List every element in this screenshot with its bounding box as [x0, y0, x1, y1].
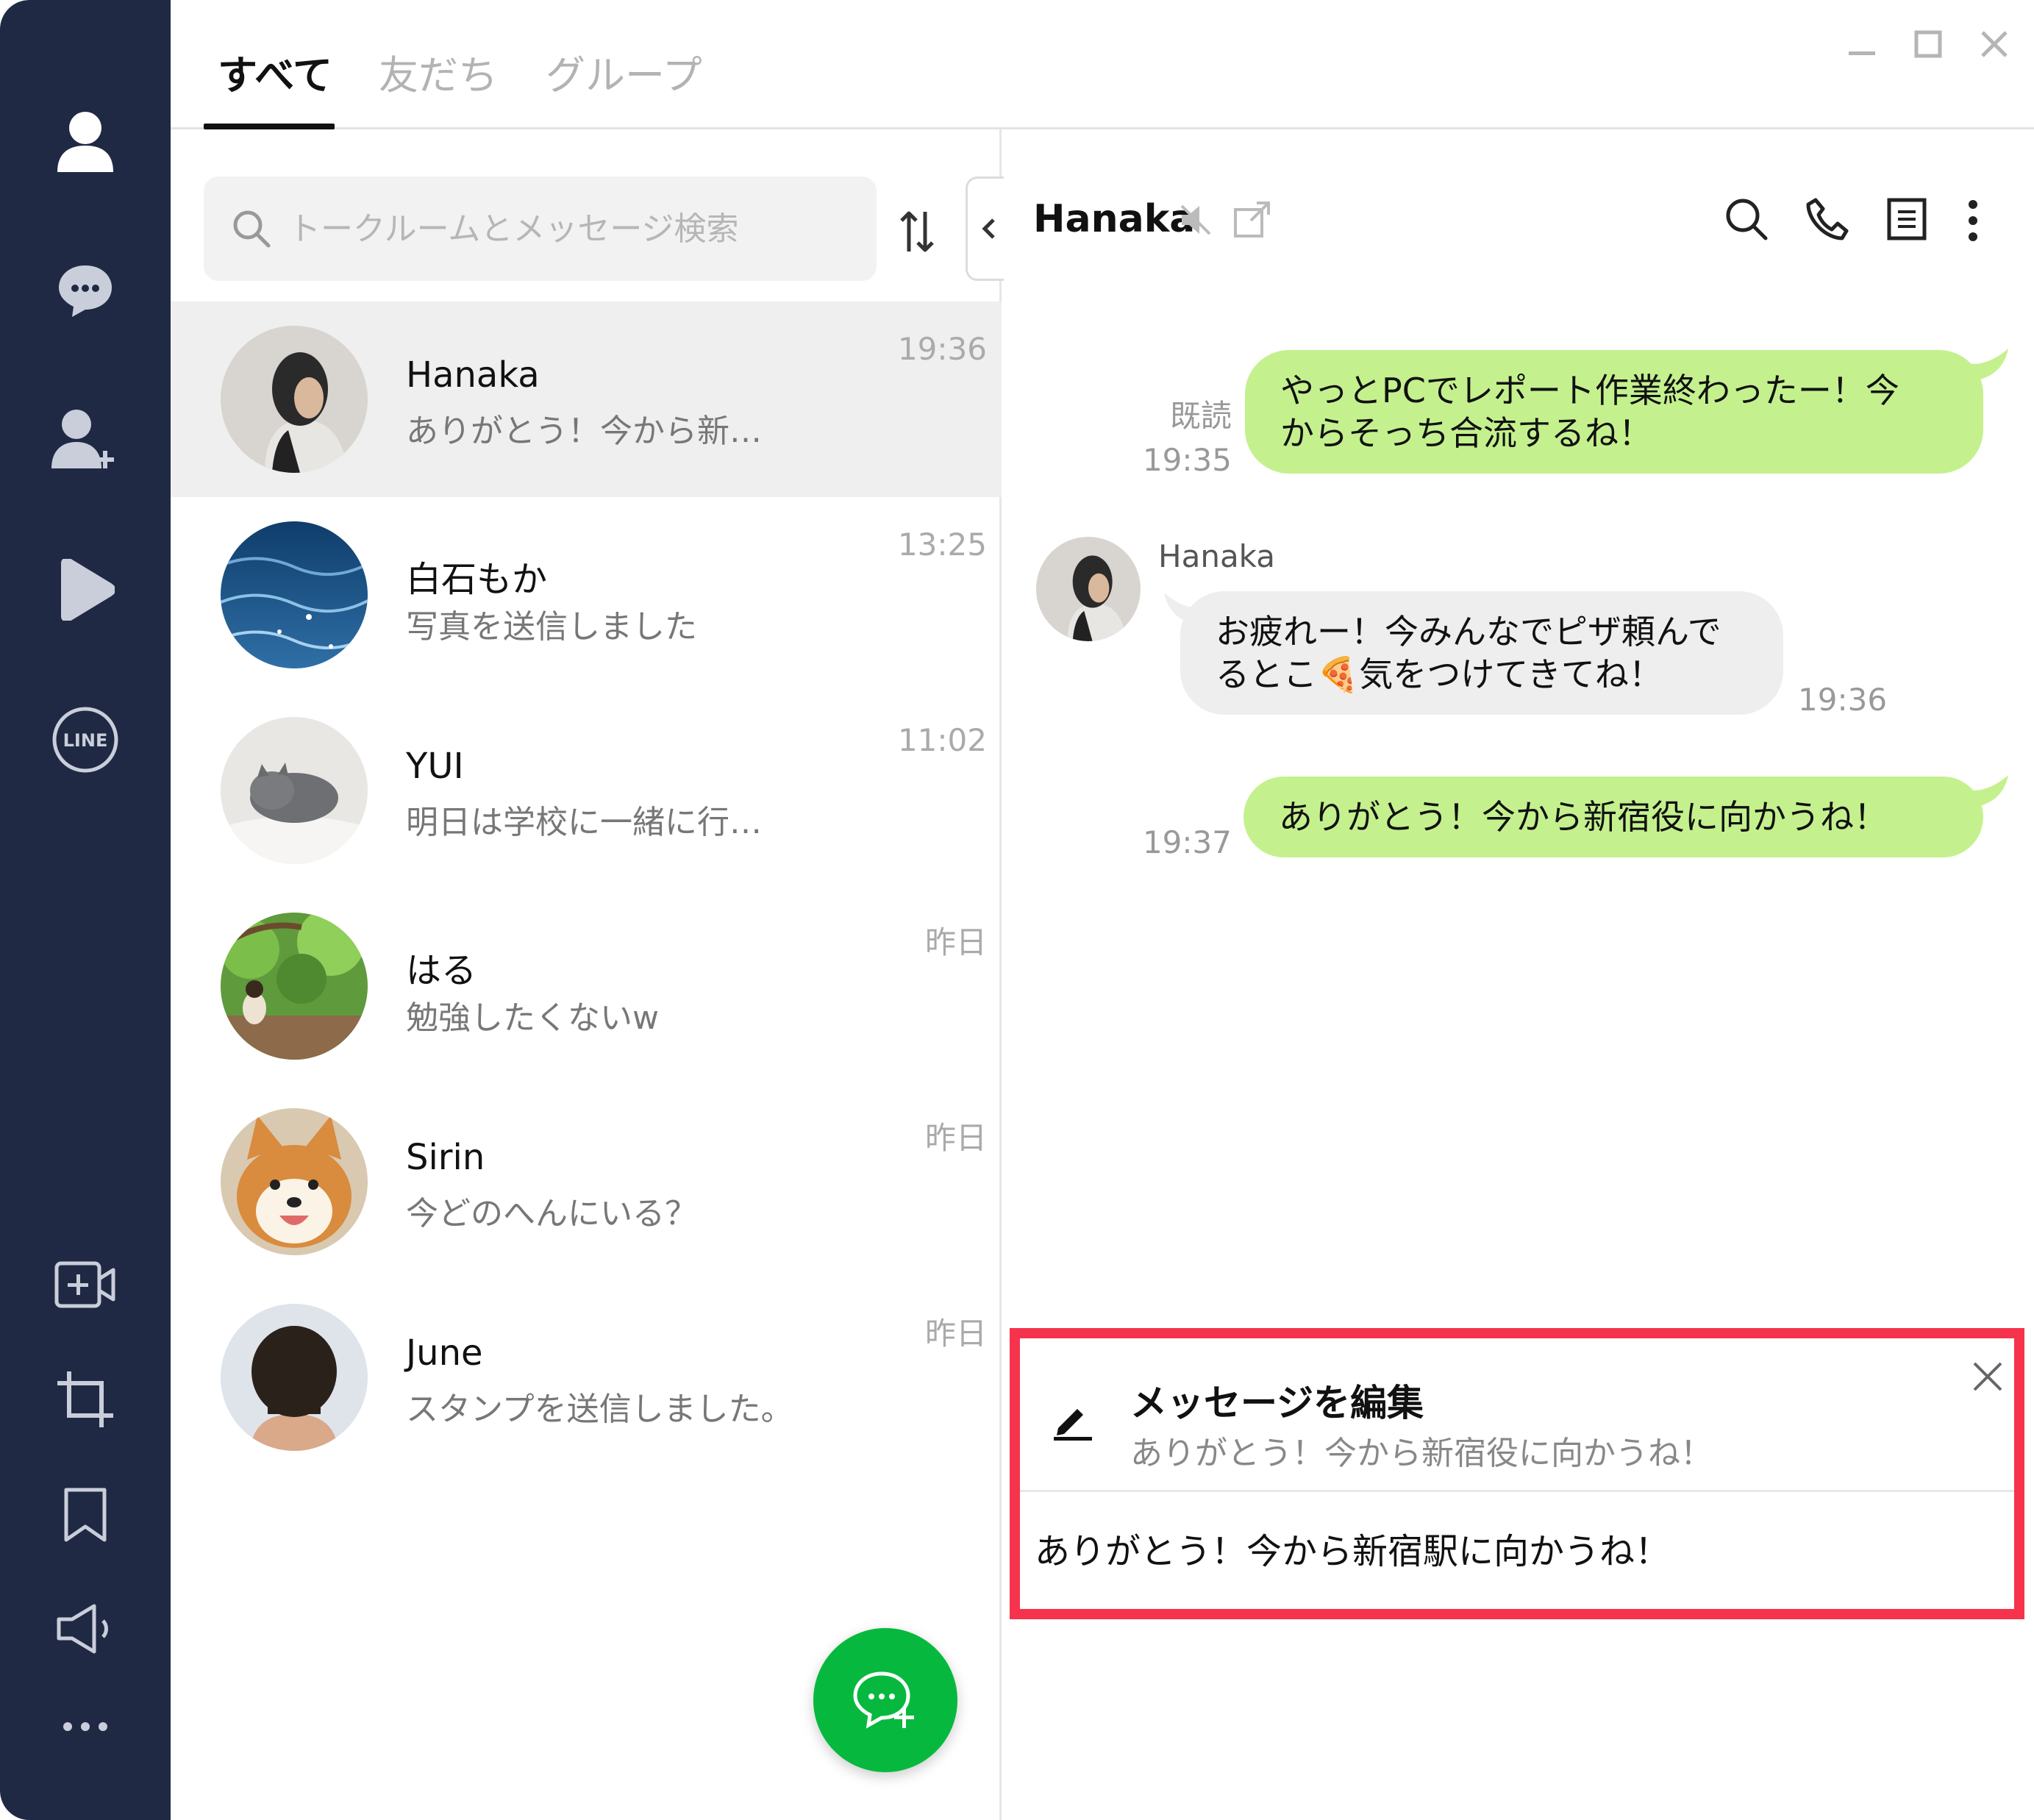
- chat-row-hanaka[interactable]: Hanaka ありがとう！今から新… 19:36: [171, 301, 1002, 497]
- divider: [1020, 1490, 2014, 1492]
- search-box: [204, 176, 877, 281]
- avatar: [221, 326, 368, 473]
- play-icon[interactable]: [0, 559, 171, 621]
- chat-bubble-icon[interactable]: [0, 261, 171, 320]
- chat-title: Hanaka: [1033, 197, 1196, 241]
- message-time: 19:35: [1142, 442, 1232, 478]
- chat-preview: ありがとう！今から新…: [406, 413, 762, 450]
- tab-friends[interactable]: 友だち: [379, 43, 498, 101]
- chat-preview: 明日は学校に一緒に行…: [406, 804, 762, 841]
- person-icon[interactable]: [0, 110, 171, 172]
- bubble-tail: [1967, 775, 2008, 807]
- bubble-tail: [1967, 349, 2008, 381]
- svg-text:LINE: LINE: [63, 730, 108, 751]
- chat-name: June: [406, 1332, 483, 1374]
- message-time: 19:36: [1798, 682, 1888, 718]
- bookmark-icon[interactable]: [0, 1487, 171, 1543]
- edit-title: メッセージを編集: [1130, 1382, 1424, 1424]
- chat-time: 11:02: [897, 722, 987, 758]
- chat-preview: 今どのへんにいる？: [406, 1195, 697, 1232]
- avatar: [221, 717, 368, 864]
- chat-preview: 写真を送信しました: [406, 608, 697, 646]
- edit-original-text: ありがとう！今から新宿役に向かうね！: [1130, 1435, 1713, 1472]
- chat-time: 昨日: [924, 924, 987, 960]
- message-meta: 既読 19:35: [1129, 394, 1232, 482]
- chat-name: はる: [406, 950, 477, 991]
- sender-name: Hanaka: [1158, 538, 1275, 574]
- chat-name: Hanaka: [406, 354, 540, 396]
- search-icon[interactable]: [1724, 197, 1769, 244]
- avatar: [221, 913, 368, 1060]
- close-window-icon[interactable]: [1972, 22, 2016, 66]
- collapse-list-button[interactable]: [966, 176, 1010, 281]
- message-line: からそっち合流するね！: [1280, 413, 1652, 453]
- chat-row-sirin[interactable]: Sirin 今どのへんにいる？ 昨日: [171, 1084, 1002, 1280]
- search-input[interactable]: [288, 176, 862, 281]
- app-window: LINE すべて 友だち グループ トークルームとメッセージ検索 Hanaka …: [0, 0, 2034, 1820]
- kebab-icon[interactable]: [1967, 199, 1979, 246]
- tab-all[interactable]: すべて: [218, 43, 332, 101]
- new-chat-icon: [853, 1671, 914, 1729]
- mute-icon: [1179, 203, 1213, 240]
- sidebar: LINE: [0, 0, 171, 1820]
- chat-row-haru[interactable]: はる 勉強したくないw 昨日: [171, 888, 1002, 1084]
- tab-groups[interactable]: グループ: [546, 43, 702, 101]
- chat-name: Sirin: [406, 1137, 485, 1178]
- pencil-icon: [1051, 1397, 1095, 1444]
- chat-row-yui[interactable]: YUI 明日は学校に一緒に行… 11:02: [171, 693, 1002, 888]
- video-add-icon[interactable]: [0, 1261, 171, 1308]
- add-friend-icon[interactable]: [0, 408, 171, 470]
- avatar[interactable]: [1036, 537, 1141, 641]
- chat-row-june[interactable]: June スタンプを送信しました。 昨日: [171, 1280, 1002, 1475]
- notes-icon[interactable]: [1886, 197, 1927, 244]
- message-line: やっとPCでレポート作業終わったー！今: [1280, 371, 1899, 410]
- chat-preview: スタンプを送信しました。: [406, 1391, 793, 1428]
- more-icon[interactable]: [0, 1721, 171, 1732]
- message-time: 19:37: [1142, 824, 1232, 860]
- message-line: お疲れー！今みんなでピザ頼んで: [1216, 612, 1721, 652]
- chat-time: 13:25: [897, 527, 987, 563]
- chat-preview: 勉強したくないw: [406, 999, 659, 1037]
- chat-time: 昨日: [924, 1316, 987, 1352]
- message-bubble-sent[interactable]: やっとPCでレポート作業終わったー！今 からそっち合流するね！: [1245, 350, 1983, 474]
- search-icon: [232, 209, 271, 251]
- sort-icon[interactable]: [899, 210, 935, 256]
- chat-name: YUI: [406, 746, 464, 787]
- message-bubble-sent[interactable]: ありがとう！今から新宿役に向かうね！: [1243, 777, 1983, 857]
- chat-time: 19:36: [897, 331, 987, 367]
- tab-bar: すべて 友だち グループ: [171, 0, 2034, 129]
- minimize-icon[interactable]: [1840, 22, 1884, 66]
- read-receipt: 既読: [1169, 398, 1232, 434]
- message-bubble-received[interactable]: お疲れー！今みんなでピザ頼んで るとこ🍕気をつけてきてね！: [1180, 591, 1783, 715]
- chat-name: 白石もか: [406, 559, 548, 600]
- message-line: ありがとう！今から新宿役に向かうね！: [1279, 797, 1888, 837]
- line-logo-icon[interactable]: LINE: [0, 706, 171, 774]
- phone-icon[interactable]: [1805, 197, 1849, 244]
- crop-icon[interactable]: [0, 1371, 171, 1427]
- edit-message-panel: メッセージを編集 ありがとう！今から新宿役に向かうね！: [1010, 1328, 2024, 1619]
- chat-time: 昨日: [924, 1120, 987, 1156]
- chat-list-panel: Hanaka ありがとう！今から新… 19:36 白石もか 写真を送信しました …: [171, 129, 1010, 1820]
- chevron-left-icon: [981, 218, 995, 239]
- bubble-tail: [1164, 593, 1205, 625]
- avatar: [221, 521, 368, 668]
- active-tab-indicator: [204, 124, 335, 129]
- chat-row-shiraishi[interactable]: 白石もか 写真を送信しました 13:25: [171, 497, 1002, 693]
- close-icon[interactable]: [1970, 1359, 2005, 1397]
- maximize-icon[interactable]: [1906, 22, 1950, 66]
- speaker-icon[interactable]: [0, 1603, 171, 1655]
- new-chat-button[interactable]: [813, 1628, 957, 1772]
- message-line: るとこ🍕気をつけてきてね！: [1216, 654, 1663, 694]
- edit-message-input[interactable]: [1035, 1507, 1991, 1588]
- popout-icon[interactable]: [1233, 200, 1271, 241]
- avatar: [221, 1304, 368, 1451]
- avatar: [221, 1108, 368, 1255]
